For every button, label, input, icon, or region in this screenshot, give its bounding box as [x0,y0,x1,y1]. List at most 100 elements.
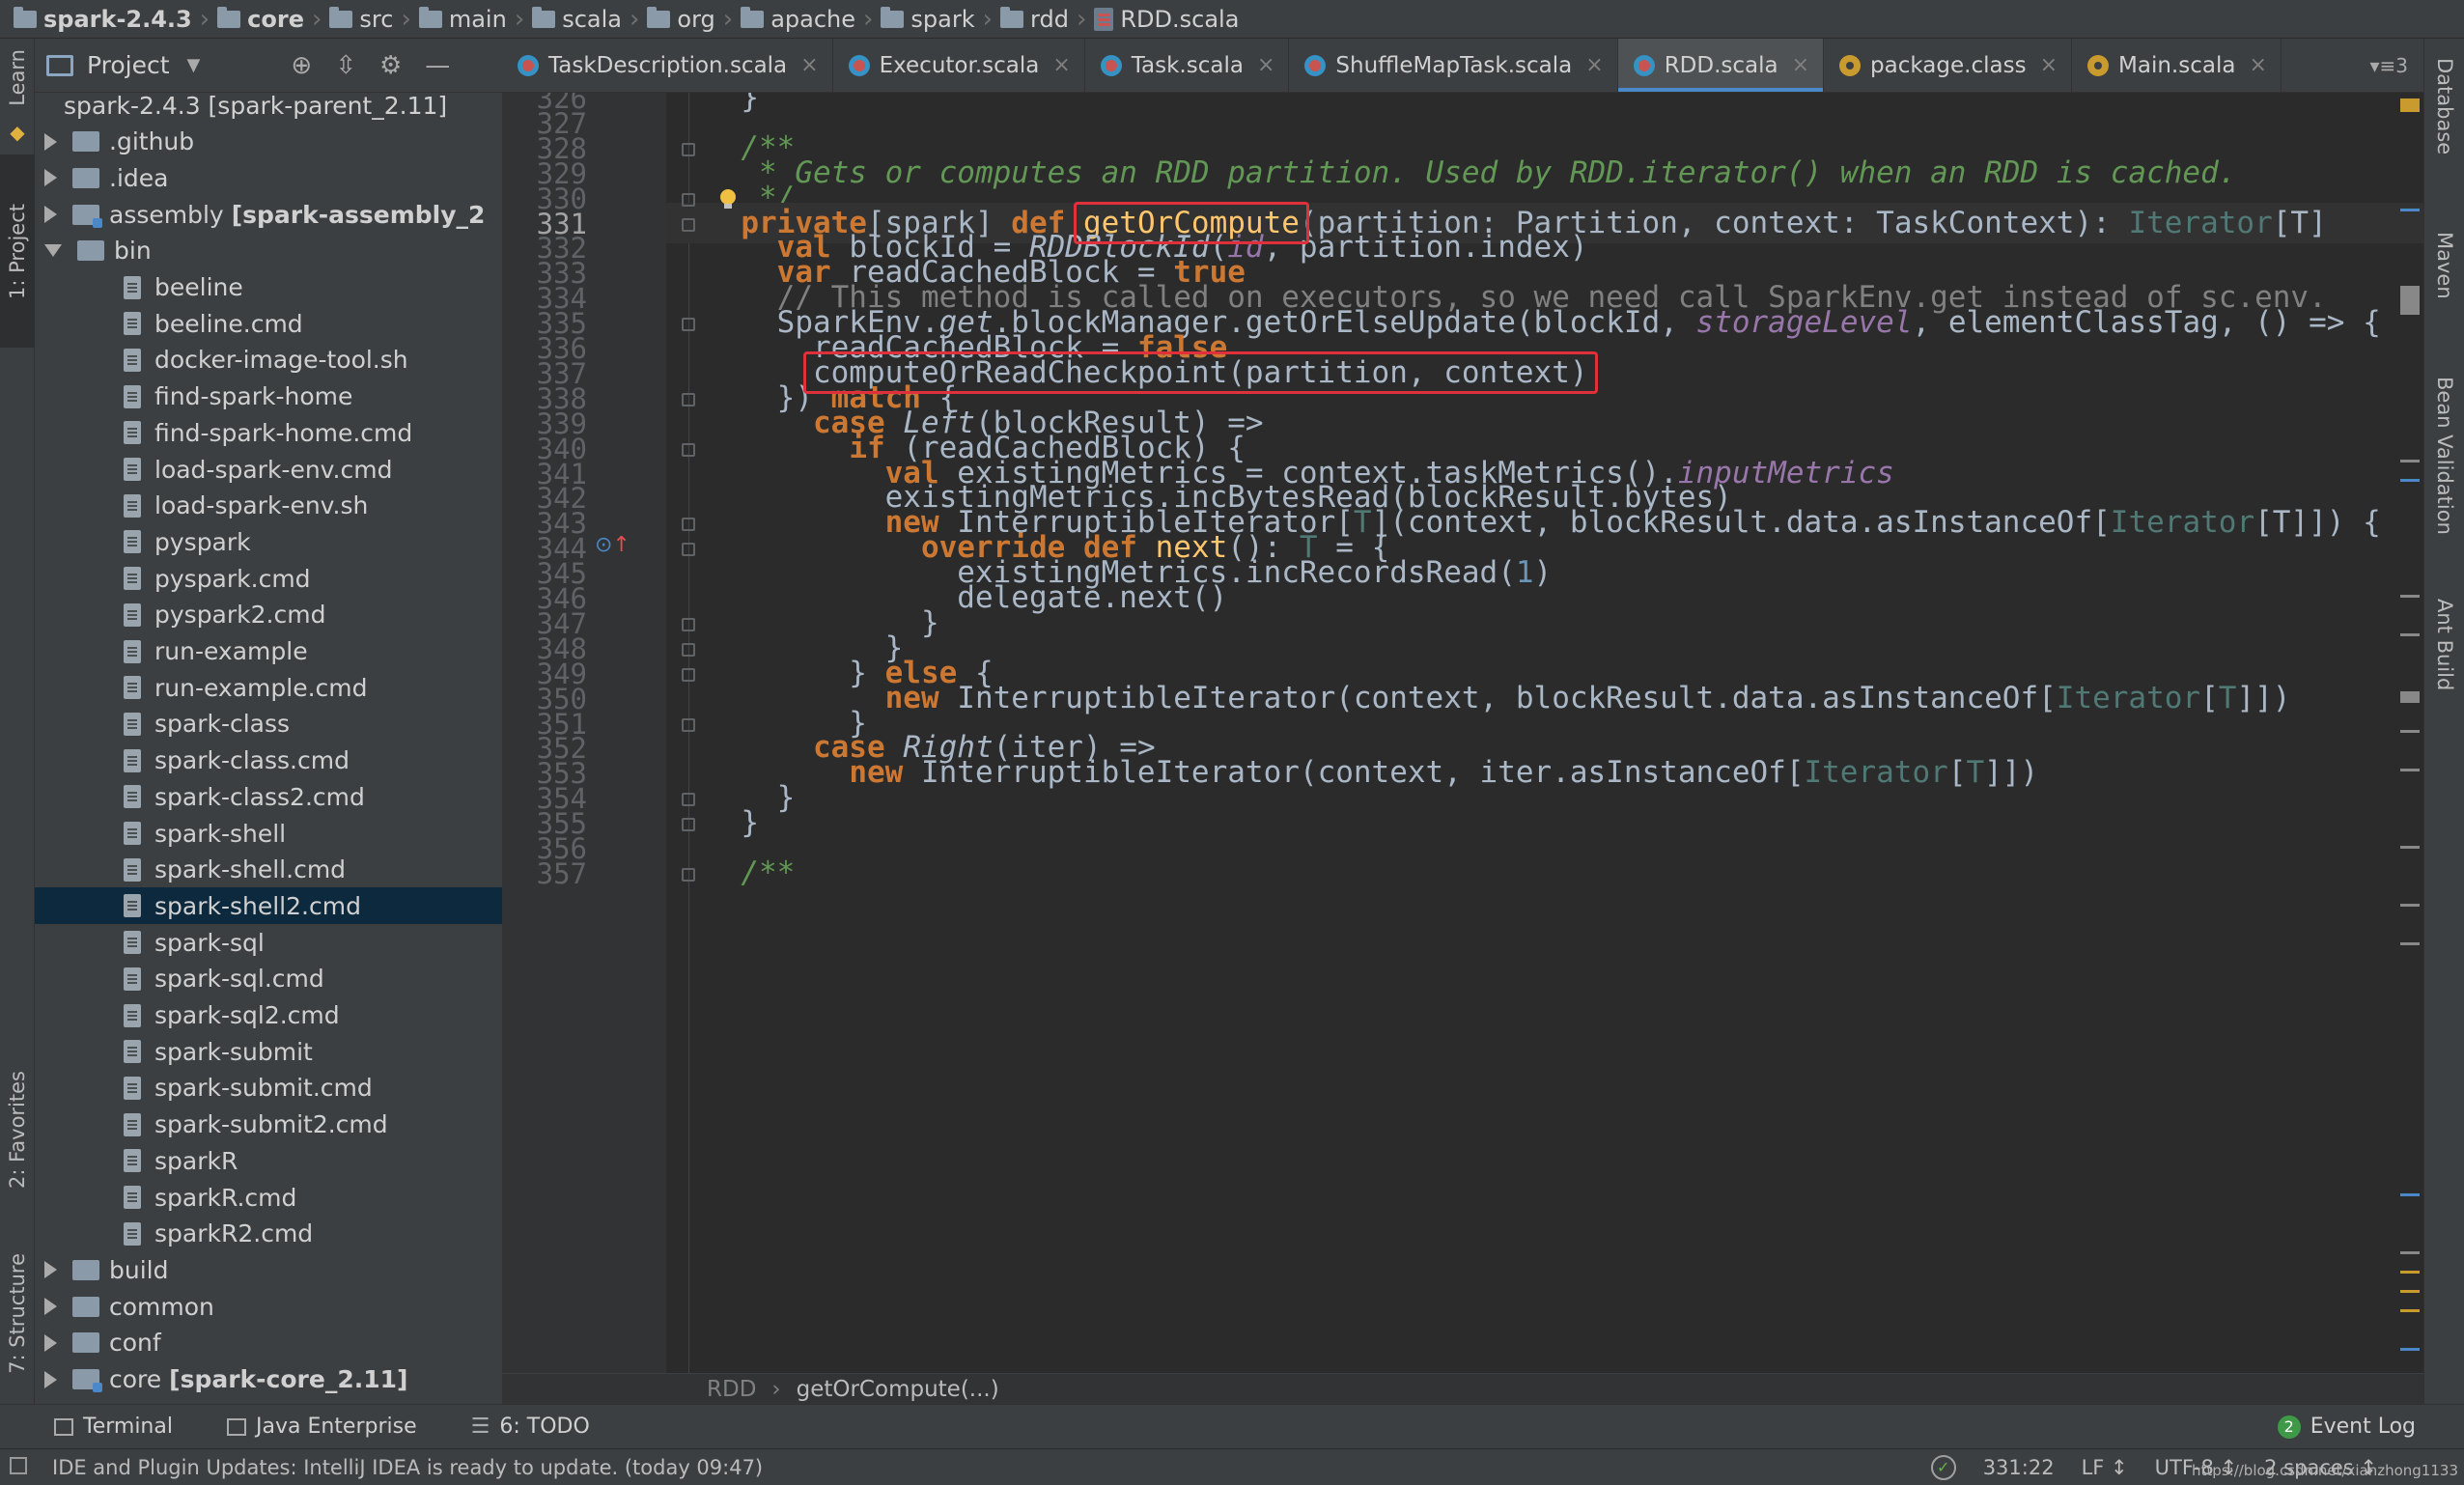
chevron-right-icon[interactable] [44,132,57,151]
tree-item[interactable]: load-spark-env.cmd [35,451,502,488]
scroll-marker[interactable] [2400,460,2420,462]
tab-overflow-button[interactable]: ▾≡3 [2354,39,2423,92]
close-icon[interactable]: × [1792,53,1809,77]
tree-item[interactable]: beeline.cmd [35,305,502,342]
locate-icon[interactable]: ⊕ [291,51,312,80]
fold-marker-icon[interactable] [682,518,695,532]
close-icon[interactable]: × [1257,53,1274,77]
tree-item[interactable]: spark-shell.cmd [35,852,502,888]
tree-item[interactable]: spark-shell2.cmd [35,887,502,925]
chevron-right-icon[interactable] [44,1333,57,1352]
breadcrumb-item[interactable]: rdd [994,6,1075,33]
close-icon[interactable]: × [2249,53,2266,77]
breadcrumb-method[interactable]: getOrCompute(...) [797,1377,999,1402]
fold-marker-icon[interactable] [682,543,695,557]
editor-tab[interactable]: Main.scala × [2072,39,2282,92]
tree-item[interactable]: common [35,1288,502,1325]
override-marker-icon[interactable]: ⊙↑ [595,533,630,557]
ant-build-tool-tab[interactable]: Ant Build [2424,599,2464,690]
scroll-marker[interactable] [2400,479,2420,482]
chevron-down-icon[interactable] [44,244,62,258]
fold-marker-icon[interactable] [682,642,695,657]
code-line[interactable]: } [705,93,759,118]
todo-button[interactable]: ☰ 6: TODO [471,1415,609,1439]
breadcrumb-item[interactable]: src [323,6,399,33]
breadcrumb-item[interactable]: spark [875,6,980,33]
tree-item[interactable]: core [spark-core_2.11] [35,1361,502,1398]
tree-item[interactable]: find-spark-home.cmd [35,414,502,451]
learn-tool-tab[interactable]: Learn [0,42,35,112]
chevron-right-icon[interactable] [44,1298,57,1316]
error-stripe[interactable] [2394,93,2423,1373]
scroll-marker[interactable] [2400,730,2420,733]
chevron-right-icon[interactable] [44,206,57,224]
tree-item[interactable]: pyspark.cmd [35,560,502,597]
editor-tab[interactable]: Executor.scala × [833,39,1085,92]
fold-marker-icon[interactable] [682,392,695,406]
favorites-tool-tab[interactable]: 2: Favorites [0,1033,35,1226]
scroll-marker[interactable] [2400,942,2420,945]
fold-marker-icon[interactable] [682,442,695,457]
intention-bulb-icon[interactable] [720,188,736,209]
tree-item[interactable]: spark-class2.cmd [35,778,502,815]
editor-tab[interactable]: Task.scala × [1085,39,1290,92]
code-area[interactable]: } /** * Gets or computes an RDD partitio… [666,93,2423,1373]
code-editor[interactable]: 326 327 328 329 330 331 332 333 334 335 336 337 338 3… [502,93,2423,1373]
tree-item[interactable]: load-spark-env.sh [35,488,502,524]
scroll-marker[interactable] [2400,209,2420,211]
breadcrumb-item[interactable]: apache [735,6,861,33]
code-line[interactable]: * Gets or computes an RDD partition. Use… [705,153,2236,193]
code-line[interactable]: new InterruptibleIterator(context, iter.… [705,752,2038,793]
tree-item[interactable]: bin [35,233,502,269]
java-enterprise-button[interactable]: Java Enterprise [226,1415,436,1439]
fold-marker-icon[interactable] [682,818,695,832]
fold-marker-icon[interactable] [682,717,695,732]
panel-toggle-icon[interactable] [10,1457,27,1474]
tree-item[interactable]: spark-class [35,706,502,742]
scroll-marker[interactable] [2400,1271,2420,1274]
scroll-marker[interactable] [2400,1348,2420,1351]
tree-item[interactable]: spark-sql [35,924,502,961]
breadcrumb-item[interactable]: main [413,6,513,33]
editor-tab[interactable]: ShuffleMapTask.scala × [1289,39,1618,92]
breadcrumb-item[interactable]: spark-2.4.3 [8,6,198,33]
fold-marker-icon[interactable] [682,793,695,807]
scroll-marker[interactable] [2400,846,2420,849]
tree-item[interactable]: run-example.cmd [35,669,502,706]
structure-tool-tab[interactable]: 7: Structure [0,1236,35,1390]
fold-marker-icon[interactable] [682,617,695,631]
fold-marker-icon[interactable] [682,217,695,232]
breadcrumb-item[interactable]: core [211,6,310,33]
status-message[interactable]: IDE and Plugin Updates: IntelliJ IDEA is… [52,1456,763,1479]
inspection-ok-icon[interactable]: ✓ [1930,1454,1956,1480]
scroll-marker[interactable] [2400,1193,2420,1196]
fold-marker-icon[interactable] [682,667,695,682]
collapse-all-icon[interactable]: ⇳ [335,51,356,80]
tree-item[interactable]: spark-sql2.cmd [35,997,502,1034]
scroll-marker[interactable] [2400,1251,2420,1254]
breadcrumb-item[interactable]: scala [526,6,628,33]
chevron-right-icon[interactable] [44,1370,57,1388]
tree-item[interactable]: build [35,1251,502,1288]
tree-item[interactable]: assembly [spark-assembly_2 [35,196,502,233]
maven-tool-tab[interactable]: Maven [2424,232,2464,299]
scroll-marker[interactable] [2400,904,2420,907]
close-icon[interactable]: × [1052,53,1070,77]
close-icon[interactable]: × [2040,53,2058,77]
project-panel-title[interactable]: Project [87,51,170,79]
event-log-button[interactable]: 2 Event Log [2277,1415,2416,1439]
caret-position[interactable]: 331:22 [1983,1456,2055,1479]
tree-item[interactable]: beeline [35,269,502,306]
tree-item[interactable]: sparkR [35,1142,502,1179]
fold-marker-icon[interactable] [682,867,695,882]
close-icon[interactable]: × [800,53,818,77]
fold-marker-icon[interactable] [682,318,695,332]
fold-marker-icon[interactable] [682,142,695,156]
fold-marker-icon[interactable] [682,192,695,207]
tree-item[interactable]: spark-sql.cmd [35,961,502,997]
tree-item[interactable]: spark-shell [35,815,502,852]
code-line[interactable]: } [705,802,759,843]
tree-item[interactable]: spark-submit2.cmd [35,1107,502,1143]
scroll-marker[interactable] [2400,1290,2420,1293]
tree-item[interactable]: run-example [35,633,502,670]
